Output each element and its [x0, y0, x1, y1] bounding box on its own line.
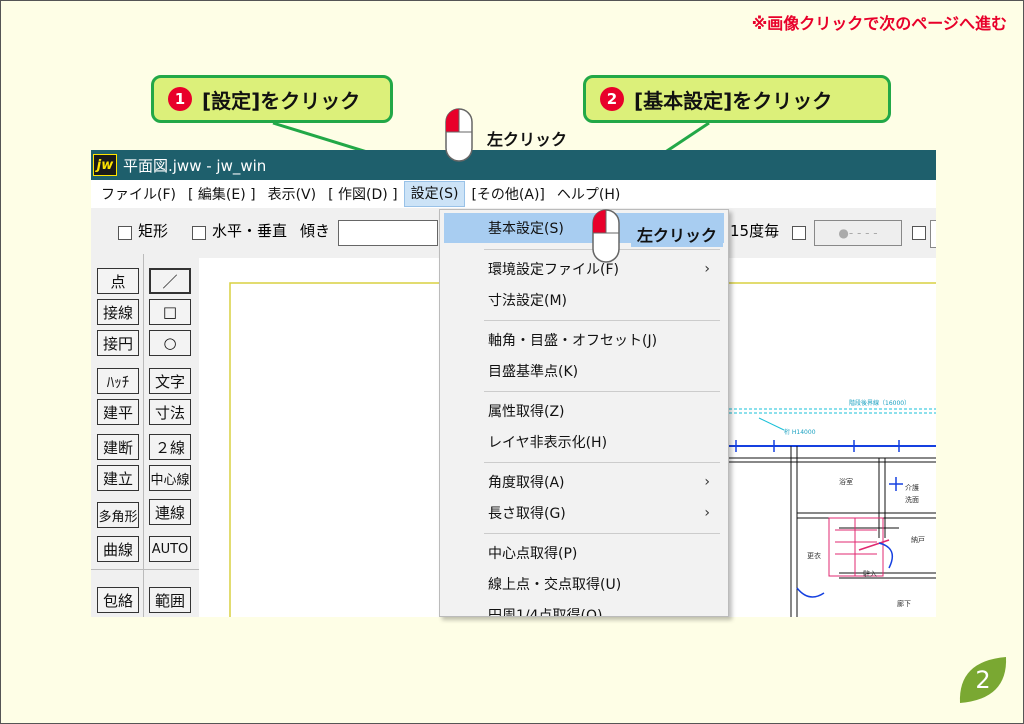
menu-item-axis-angle[interactable]: 軸角・目盛・オフセット(J)	[444, 325, 724, 355]
tool-double-line-button[interactable]: ２線	[149, 434, 191, 460]
tool-curve-button[interactable]: 曲線	[97, 536, 139, 562]
hv-label: 水平・垂直	[212, 222, 288, 240]
menu-item-label: 角度取得(A)	[488, 475, 565, 491]
angle15-checkbox[interactable]	[792, 226, 806, 240]
door-swing-2	[878, 542, 894, 569]
tool-arch-plan-button[interactable]: 建平	[97, 399, 139, 425]
drawing-label-wash: 洗面	[905, 495, 919, 504]
chevron-right-icon: ›	[704, 261, 710, 277]
menu-item-label: レイヤ非表示化(H)	[488, 435, 608, 451]
tool-envelope-button[interactable]: 包絡	[97, 587, 139, 613]
tool-arch-section-button[interactable]: 建断	[97, 434, 139, 460]
stair-outline	[828, 517, 884, 577]
jw-logo-icon: jw	[93, 154, 117, 176]
chevron-right-icon: ›	[704, 474, 710, 490]
tool-arch-elevation-button[interactable]: 建立	[97, 465, 139, 491]
plan-markers	[735, 440, 903, 491]
palette-separator	[91, 569, 199, 570]
menu-item-hide-layer[interactable]: レイヤ非表示化(H)	[444, 427, 724, 457]
tool-rect-button[interactable]: □	[149, 299, 191, 325]
page-number: 2	[975, 666, 991, 694]
tool-tangent-button[interactable]: 接線	[97, 299, 139, 325]
chevron-right-icon: ›	[704, 505, 710, 521]
tool-center-line-button[interactable]: 中心線	[149, 465, 191, 491]
tool-polygon-button[interactable]: 多角形	[97, 502, 139, 528]
rect-checkbox[interactable]	[118, 226, 132, 240]
page-number-badge: 2	[956, 653, 1010, 707]
left-click-label-2: 左クリック	[631, 221, 724, 247]
menu-item-quarter-point[interactable]: 円周1/4点取得(O)	[444, 600, 724, 617]
mouse-left-click-icon-2	[592, 209, 620, 263]
tilt-input[interactable]	[338, 220, 438, 246]
tool-circle-button[interactable]: ○	[149, 330, 191, 356]
tool-auto-button[interactable]: AUTO	[149, 536, 191, 562]
menu-separator	[484, 320, 720, 321]
tool-range-button[interactable]: 範囲	[149, 587, 191, 613]
menu-item-label: 基本設定(S)	[488, 221, 564, 237]
tool-point-button[interactable]: 点	[97, 268, 139, 294]
menu-item-label: 線上点・交点取得(U)	[488, 577, 622, 593]
menu-item-line-intersection[interactable]: 線上点・交点取得(U)	[444, 569, 724, 599]
tutorial-slide[interactable]: ※画像クリックで次のページへ進む 1 [設定]をクリック 2 [基本設定]をクリ…	[0, 0, 1024, 724]
window-title: 平面図.jww - jw_win	[123, 156, 267, 175]
tilt-label: 傾き	[300, 222, 331, 240]
drawing-label-entry: 駐入	[863, 569, 877, 578]
menu-other[interactable]: [その他(A)]	[465, 184, 550, 204]
extra-checkbox[interactable]	[912, 226, 926, 240]
menu-edit[interactable]: [ 編集(E) ]	[182, 184, 262, 204]
drawing-label-changing: 更衣	[807, 551, 821, 560]
drawing-label-boundary: 階段後界線（16000）	[849, 399, 910, 407]
menu-settings[interactable]: 設定(S)	[403, 181, 466, 207]
drawing-label-storage: 納戸	[911, 535, 925, 544]
menu-separator	[484, 462, 720, 463]
drawing-label-corridor: 廊下	[897, 599, 911, 608]
left-click-label-1: 左クリック	[487, 130, 568, 149]
menu-item-label: 中心点取得(P)	[488, 546, 578, 562]
menu-draw[interactable]: [ 作図(D) ]	[322, 184, 404, 204]
drawing-label-beam: 桁 H14000	[784, 428, 816, 436]
drawing-label-care: 介護	[905, 483, 919, 492]
tool-tangent-circle-button[interactable]: 接円	[97, 330, 139, 356]
tool-dimension-button[interactable]: 寸法	[149, 399, 191, 425]
tool-text-button[interactable]: 文字	[149, 368, 191, 394]
angle15-label: 15度毎	[730, 222, 780, 240]
tool-hatch-button[interactable]: ﾊｯﾁ	[97, 368, 139, 394]
mouse-left-click-icon	[445, 108, 473, 162]
menu-bar: ファイル(F) [ 編集(E) ] 表示(V) [ 作図(D) ] 設定(S) …	[91, 180, 936, 208]
hv-checkbox[interactable]	[192, 226, 206, 240]
menu-item-label: 軸角・目盛・オフセット(J)	[488, 333, 658, 349]
window-title-bar[interactable]: jw 平面図.jww - jw_win	[91, 150, 936, 180]
settings-dropdown-menu: 基本設定(S) 環境設定ファイル(F) › 寸法設定(M) 軸角・目盛・オフセッ…	[439, 209, 729, 617]
menu-item-grid-origin[interactable]: 目盛基準点(K)	[444, 356, 724, 386]
menu-separator	[484, 391, 720, 392]
door-swing	[796, 587, 825, 598]
extra-input[interactable]	[930, 220, 936, 248]
menu-item-label: 円周1/4点取得(O)	[488, 608, 603, 617]
menu-help[interactable]: ヘルプ(H)	[551, 184, 626, 204]
menu-item-get-length[interactable]: 長さ取得(G) ›	[444, 498, 724, 528]
tool-palette: 点 ／ 接線 □ 接円 ○ ﾊｯﾁ 文字 建平 寸法 建断 ２線 建立 中心線 …	[91, 254, 199, 617]
leader-line	[758, 417, 785, 431]
tool-polyline-button[interactable]: 連線	[149, 499, 191, 525]
menu-view[interactable]: 表示(V)	[262, 184, 323, 204]
menu-item-label: 長さ取得(G)	[488, 506, 566, 522]
menu-item-center-point[interactable]: 中心点取得(P)	[444, 538, 724, 568]
palette-divider	[143, 254, 144, 617]
tool-line-button[interactable]: ／	[149, 268, 191, 294]
menu-item-get-angle[interactable]: 角度取得(A) ›	[444, 467, 724, 497]
menu-separator	[484, 533, 720, 534]
line-type-button[interactable]: ●- - - -	[814, 220, 902, 246]
rect-label: 矩形	[138, 222, 169, 240]
menu-item-dimension-settings[interactable]: 寸法設定(M)	[444, 285, 724, 315]
menu-item-get-attribute[interactable]: 属性取得(Z)	[444, 396, 724, 426]
menu-file[interactable]: ファイル(F)	[95, 184, 182, 204]
drawing-label-bath: 浴室	[839, 477, 853, 486]
menu-item-env-file[interactable]: 環境設定ファイル(F) ›	[444, 254, 724, 284]
menu-item-label: 寸法設定(M)	[488, 293, 568, 309]
menu-item-label: 属性取得(Z)	[488, 404, 565, 420]
menu-item-label: 目盛基準点(K)	[488, 364, 579, 380]
